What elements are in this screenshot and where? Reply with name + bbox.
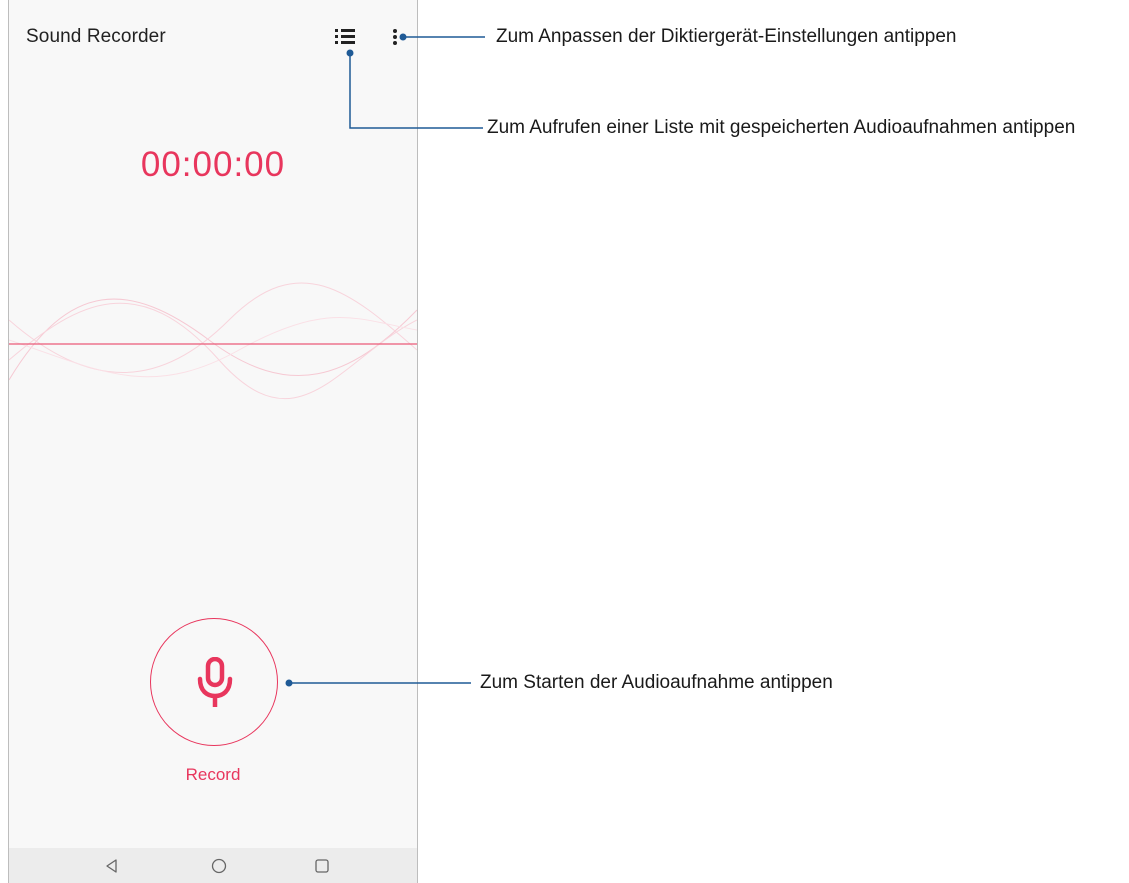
callout-start-recording: Zum Starten der Audioaufnahme antippen [480,672,833,693]
callout-settings: Zum Anpassen der Diktiergerät-Einstellun… [496,26,957,47]
callout-recordings-list: Zum Aufrufen einer Liste mit gespeichert… [487,117,1076,138]
